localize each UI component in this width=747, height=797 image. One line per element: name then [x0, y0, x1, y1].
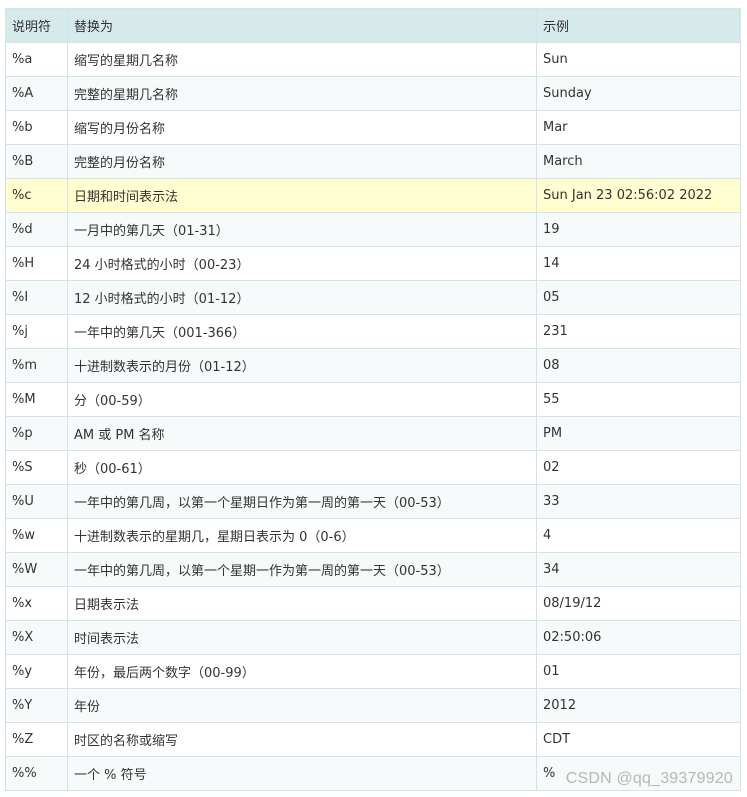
table-row: %M 分（00-59） 55: [5, 382, 741, 417]
table-row: %m 十进制数表示的月份（01-12） 08: [5, 348, 741, 383]
description-cell: 12 小时格式的小时（01-12）: [67, 280, 537, 315]
example-cell: 33: [536, 484, 741, 519]
example-cell: 02:50:06: [536, 620, 741, 655]
specifier-cell: %A: [5, 76, 68, 111]
specifier-cell: %w: [5, 518, 68, 553]
specifier-cell: %m: [5, 348, 68, 383]
table-row: %Y 年份 2012: [5, 688, 741, 723]
table-row: %S 秒（00-61） 02: [5, 450, 741, 485]
description-cell: 日期和时间表示法: [67, 178, 537, 213]
description-cell: 完整的星期几名称: [67, 76, 537, 111]
example-cell: 19: [536, 212, 741, 247]
format-specifier-table: 说明符 替换为 示例 %a 缩写的星期几名称 Sun %A 完整的星期几名称 Sunday…: [5, 8, 741, 791]
example-cell: 14: [536, 246, 741, 281]
specifier-cell: %U: [5, 484, 68, 519]
description-cell: 完整的月份名称: [67, 144, 537, 179]
example-cell: CDT: [536, 722, 741, 757]
description-cell: 一年中的第几周，以第一个星期日作为第一周的第一天（00-53）: [67, 484, 537, 519]
description-cell: 十进制数表示的月份（01-12）: [67, 348, 537, 383]
header-replace-with: 替换为: [67, 8, 537, 43]
specifier-cell: %a: [5, 42, 68, 77]
table-row: %B 完整的月份名称 March: [5, 144, 741, 179]
table-row: %w 十进制数表示的星期几，星期日表示为 0（0-6） 4: [5, 518, 741, 553]
table-row: %c 日期和时间表示法 Sun Jan 23 02:56:02 2022: [5, 178, 741, 213]
example-cell: Mar: [536, 110, 741, 145]
table-row: %W 一年中的第几周，以第一个星期一作为第一周的第一天（00-53） 34: [5, 552, 741, 587]
example-cell: 2012: [536, 688, 741, 723]
table-header-row: 说明符 替换为 示例: [5, 8, 741, 43]
example-cell: 4: [536, 518, 741, 553]
specifier-cell: %p: [5, 416, 68, 451]
description-cell: 分（00-59）: [67, 382, 537, 417]
description-cell: 日期表示法: [67, 586, 537, 621]
specifier-cell: %B: [5, 144, 68, 179]
example-cell: 02: [536, 450, 741, 485]
specifier-cell: %y: [5, 654, 68, 689]
description-cell: 24 小时格式的小时（00-23）: [67, 246, 537, 281]
table-row: %b 缩写的月份名称 Mar: [5, 110, 741, 145]
specifier-cell: %X: [5, 620, 68, 655]
specifier-cell: %%: [5, 756, 68, 791]
description-cell: AM 或 PM 名称: [67, 416, 537, 451]
description-cell: 一月中的第几天（01-31）: [67, 212, 537, 247]
example-cell: March: [536, 144, 741, 179]
specifier-cell: %I: [5, 280, 68, 315]
table-row: %X 时间表示法 02:50:06: [5, 620, 741, 655]
table-row: %j 一年中的第几天（001-366） 231: [5, 314, 741, 349]
description-cell: 一年中的第几周，以第一个星期一作为第一周的第一天（00-53）: [67, 552, 537, 587]
example-cell: Sun: [536, 42, 741, 77]
specifier-cell: %d: [5, 212, 68, 247]
table-row: %I 12 小时格式的小时（01-12） 05: [5, 280, 741, 315]
example-cell: Sunday: [536, 76, 741, 111]
table-row: %U 一年中的第几周，以第一个星期日作为第一周的第一天（00-53） 33: [5, 484, 741, 519]
example-cell: 08/19/12: [536, 586, 741, 621]
description-cell: 年份，最后两个数字（00-99）: [67, 654, 537, 689]
table-row: %H 24 小时格式的小时（00-23） 14: [5, 246, 741, 281]
header-specifier: 说明符: [5, 8, 68, 43]
specifier-cell: %b: [5, 110, 68, 145]
description-cell: 时区的名称或缩写: [67, 722, 537, 757]
specifier-cell: %S: [5, 450, 68, 485]
example-cell: 05: [536, 280, 741, 315]
table-row: %p AM 或 PM 名称 PM: [5, 416, 741, 451]
description-cell: 缩写的星期几名称: [67, 42, 537, 77]
example-cell: 01: [536, 654, 741, 689]
specifier-cell: %M: [5, 382, 68, 417]
description-cell: 十进制数表示的星期几，星期日表示为 0（0-6）: [67, 518, 537, 553]
specifier-cell: %j: [5, 314, 68, 349]
table-row: %d 一月中的第几天（01-31） 19: [5, 212, 741, 247]
watermark: CSDN @qq_39379920: [565, 770, 733, 787]
example-cell: Sun Jan 23 02:56:02 2022: [536, 178, 741, 213]
example-cell: 08: [536, 348, 741, 383]
specifier-cell: %c: [5, 178, 68, 213]
description-cell: 时间表示法: [67, 620, 537, 655]
specifier-cell: %W: [5, 552, 68, 587]
description-cell: 一个 % 符号: [67, 756, 537, 791]
description-cell: 秒（00-61）: [67, 450, 537, 485]
table-row: %x 日期表示法 08/19/12: [5, 586, 741, 621]
table-row: %y 年份，最后两个数字（00-99） 01: [5, 654, 741, 689]
specifier-cell: %x: [5, 586, 68, 621]
description-cell: 一年中的第几天（001-366）: [67, 314, 537, 349]
example-cell: 34: [536, 552, 741, 587]
example-cell: PM: [536, 416, 741, 451]
description-cell: 缩写的月份名称: [67, 110, 537, 145]
table-row: %a 缩写的星期几名称 Sun: [5, 42, 741, 77]
specifier-cell: %H: [5, 246, 68, 281]
table-row: %Z 时区的名称或缩写 CDT: [5, 722, 741, 757]
description-cell: 年份: [67, 688, 537, 723]
header-example: 示例: [536, 8, 741, 43]
specifier-cell: %Z: [5, 722, 68, 757]
example-cell: 231: [536, 314, 741, 349]
table-row: %A 完整的星期几名称 Sunday: [5, 76, 741, 111]
specifier-cell: %Y: [5, 688, 68, 723]
example-cell: 55: [536, 382, 741, 417]
